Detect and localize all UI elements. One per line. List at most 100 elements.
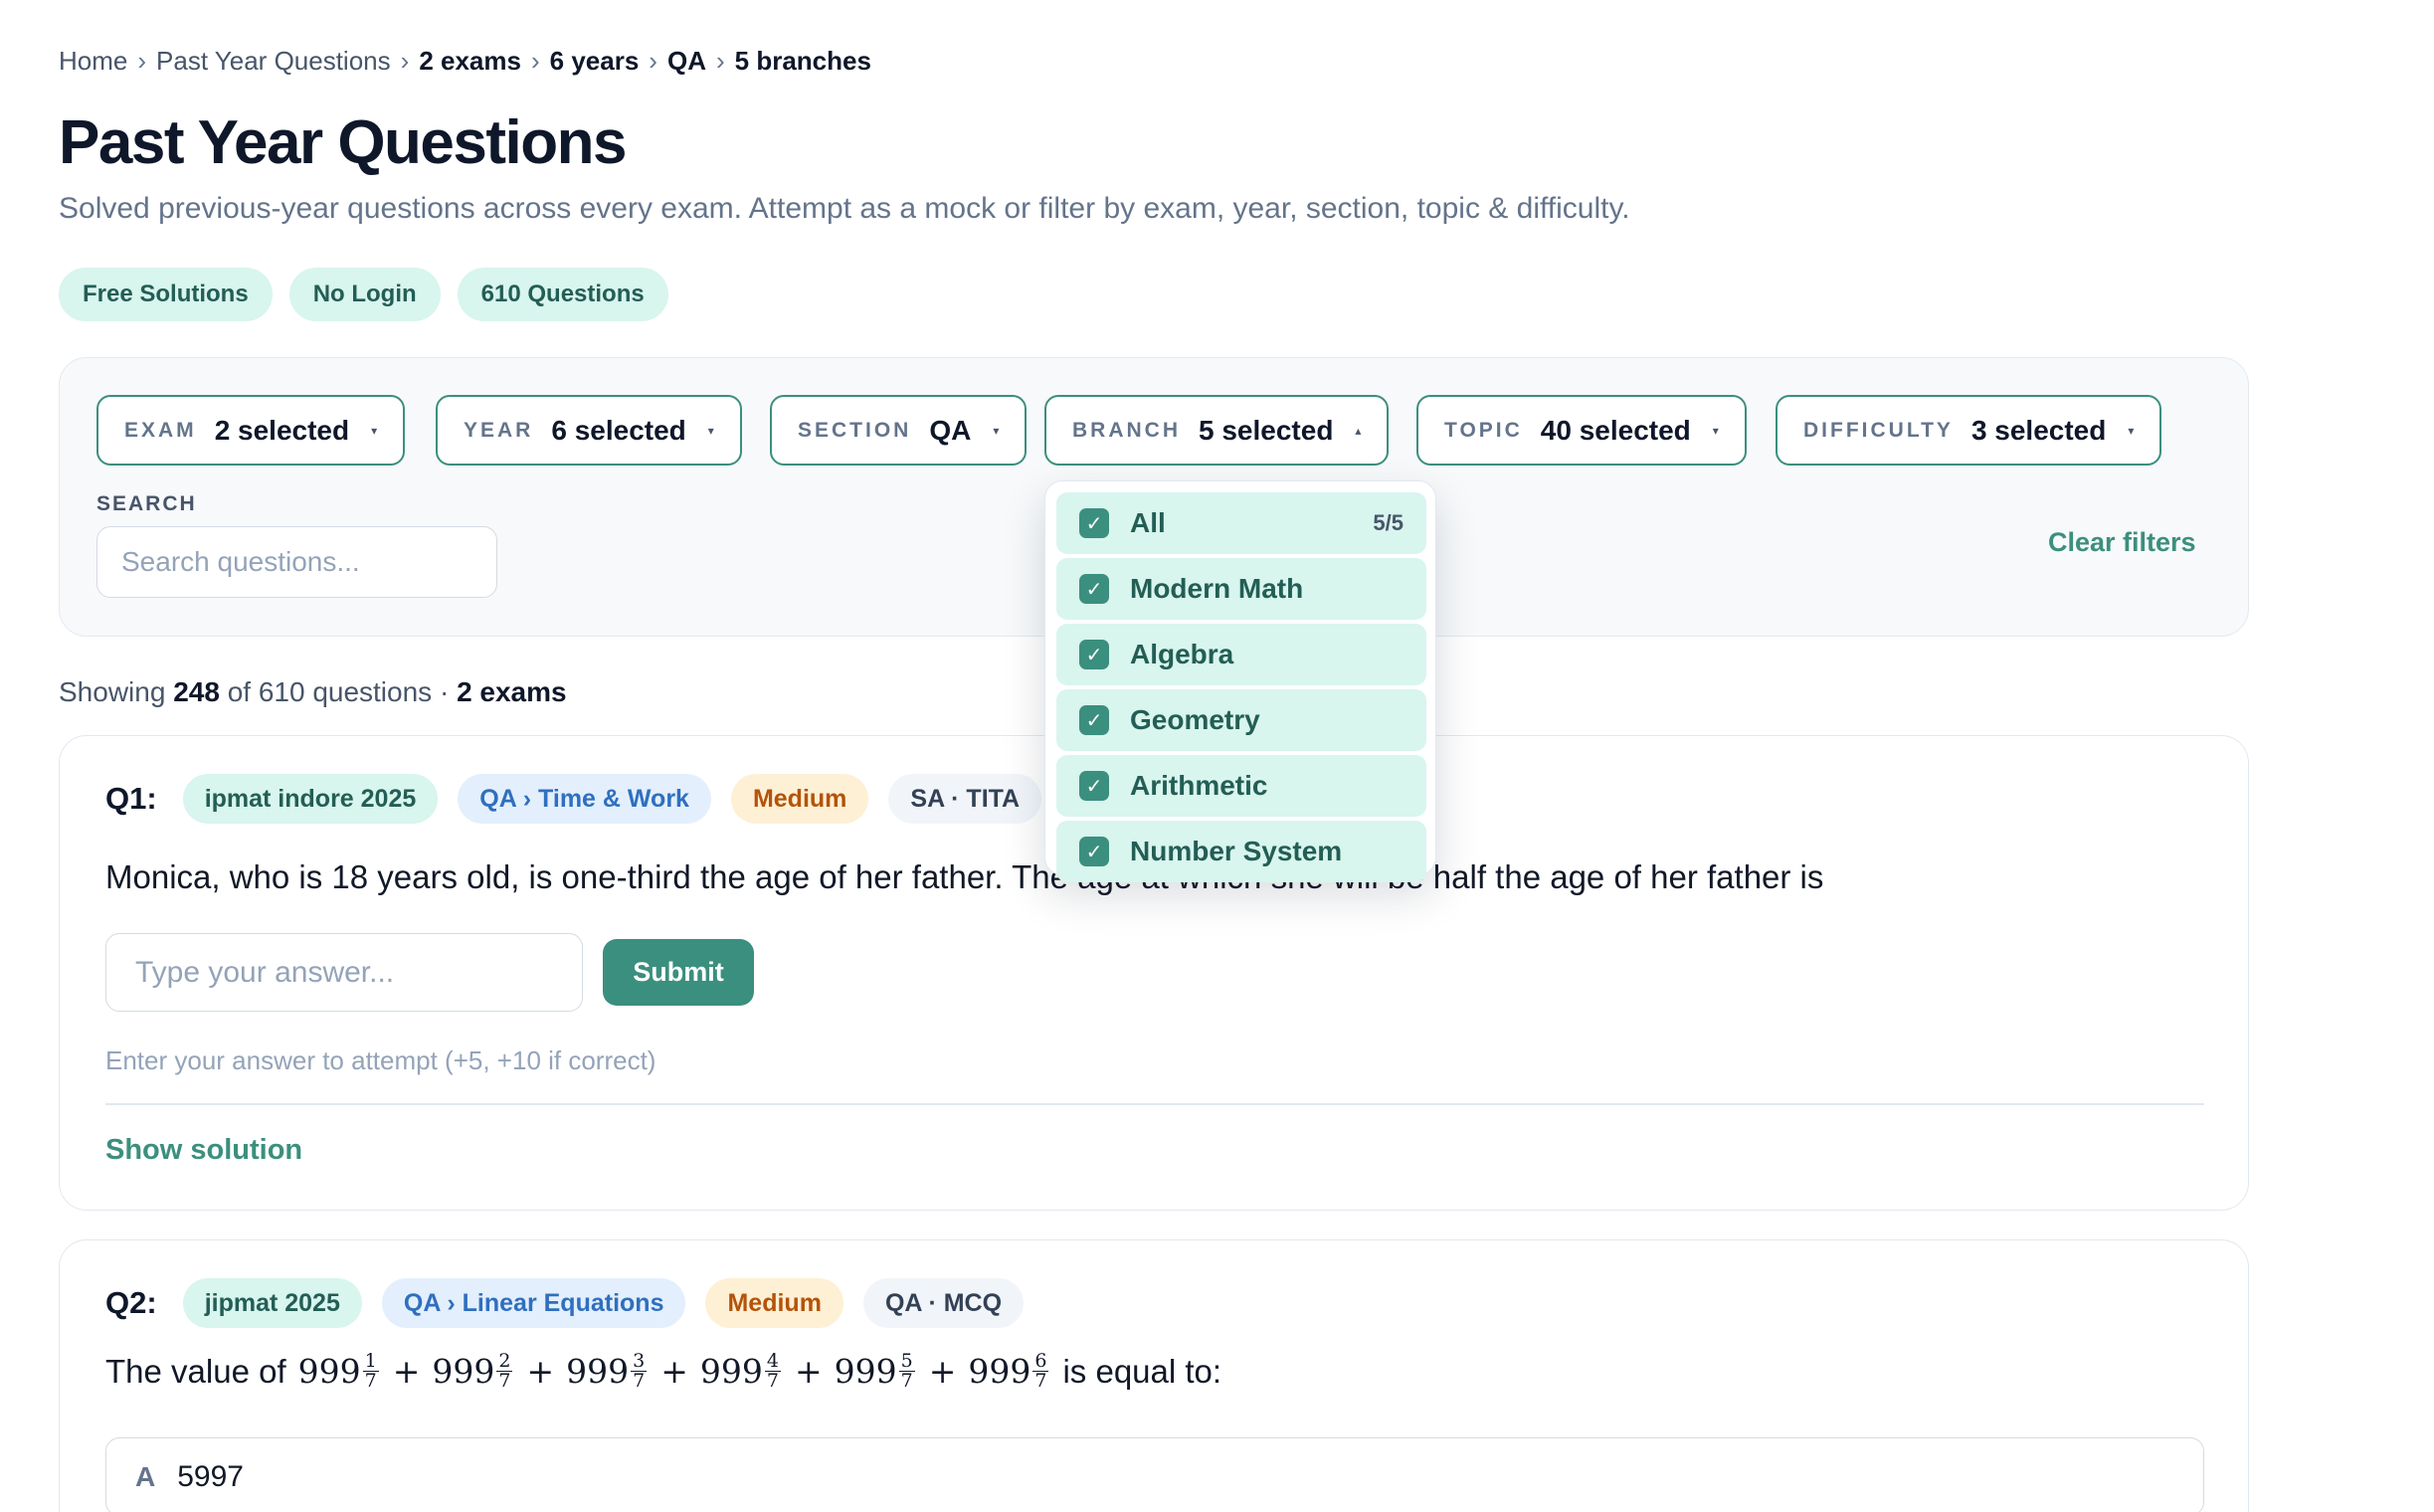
answer-hint: Enter your answer to attempt (+5, +10 if… (105, 1045, 656, 1075)
difficulty-tag: Medium (730, 774, 869, 824)
checkbox-checked-icon[interactable]: ✓ (1079, 508, 1109, 538)
page-subtitle: Solved previous-year questions across ev… (59, 192, 1630, 225)
question-meta: Q1: ipmat indore 2025 QA › Time & Work M… (105, 774, 1042, 824)
breadcrumb-section[interactable]: Past Year Questions (156, 46, 391, 77)
math-whole: 999 (297, 1352, 361, 1391)
math-expression: 999 1 7 + 999 2 7 + 999 3 7 + 999 4 7 + 999 5 7 + … (298, 1352, 1051, 1391)
breadcrumb-separator: › (715, 46, 725, 76)
fraction-denominator: 7 (364, 1370, 377, 1392)
checkbox-checked-icon[interactable]: ✓ (1079, 640, 1109, 669)
fraction-numerator: 5 (898, 1350, 915, 1372)
difficulty-tag: Medium (705, 1278, 843, 1328)
question-meta: Q2: jipmat 2025 QA › Linear Equations Me… (105, 1278, 1025, 1328)
results-prefix: Showing (59, 676, 166, 707)
topic-filter-dropdown[interactable]: TOPIC 40 selected ▾ (1416, 395, 1747, 466)
math-plus: + (794, 1352, 823, 1391)
caret-down-icon: ▾ (993, 423, 1000, 438)
breadcrumb-home[interactable]: Home (59, 46, 127, 77)
branch-dropdown-menu: ✓ All 5/5 ✓ Modern Math ✓ Algebra ✓ Geom… (1044, 480, 1436, 882)
math-fraction: 37 (631, 1350, 648, 1391)
fraction-numerator: 3 (631, 1350, 648, 1372)
caret-down-icon: ▾ (1712, 423, 1719, 438)
math-plus: + (660, 1352, 688, 1391)
clear-filters-link[interactable]: Clear filters (2048, 527, 2196, 558)
badge-no-login: No Login (288, 268, 441, 321)
fraction-denominator: 7 (1034, 1370, 1047, 1392)
checkbox-checked-icon[interactable]: ✓ (1079, 837, 1109, 866)
question-number: Q2: (105, 1285, 157, 1320)
exam-filter-dropdown[interactable]: EXAM 2 selected ▾ (96, 395, 406, 466)
fraction-numerator: 4 (764, 1350, 781, 1372)
fraction-numerator: 1 (362, 1350, 379, 1372)
checkbox-checked-icon[interactable]: ✓ (1079, 574, 1109, 604)
exam-tag: ipmat indore 2025 (182, 774, 439, 824)
topic-tag: QA › Linear Equations (381, 1278, 686, 1328)
question-text: The value of 999 1 7 + 999 2 7 + 999 3 7 + 999… (105, 1352, 1222, 1392)
fraction-denominator: 7 (900, 1370, 913, 1392)
breadcrumb-exams: 2 exams (419, 46, 521, 76)
filter-label: DIFFICULTY (1803, 418, 1954, 442)
branch-option-algebra[interactable]: ✓ Algebra (1056, 624, 1426, 685)
breadcrumb-branches: 5 branches (734, 46, 871, 76)
results-count: 248 (173, 676, 220, 707)
question-type-tag: QA · MCQ (862, 1278, 1025, 1328)
page-title: Past Year Questions (59, 108, 627, 177)
filter-value: QA (929, 414, 972, 446)
divider (105, 1103, 2204, 1105)
answer-input[interactable] (105, 933, 583, 1012)
breadcrumb: Home › Past Year Questions › 2 exams › 6… (59, 46, 871, 77)
math-whole: 999 (968, 1352, 1031, 1391)
results-summary: Showing 248 of 610 questions · 2 exams (59, 676, 567, 708)
fraction-denominator: 7 (498, 1370, 511, 1392)
math-whole: 999 (699, 1352, 763, 1391)
filter-label: TOPIC (1444, 418, 1523, 442)
fraction-numerator: 2 (496, 1350, 513, 1372)
filter-value: 2 selected (214, 414, 350, 446)
branch-option-geometry[interactable]: ✓ Geometry (1056, 689, 1426, 751)
breadcrumb-qa: QA (666, 46, 706, 76)
math-plus: + (526, 1352, 555, 1391)
math-whole: 999 (432, 1352, 495, 1391)
question-card: Q2: jipmat 2025 QA › Linear Equations Me… (59, 1239, 2249, 1512)
question-text-prefix: The value of (105, 1352, 286, 1390)
math-fraction: 27 (496, 1350, 513, 1392)
answer-option[interactable]: A 5997 (105, 1437, 2204, 1512)
option-text: 5997 (177, 1459, 244, 1493)
question-type-tag: SA · TITA (888, 774, 1042, 824)
filter-label: BRANCH (1072, 418, 1181, 442)
breadcrumb-separator: › (649, 46, 657, 76)
branch-option-label: Arithmetic (1130, 770, 1268, 801)
badge-question-count: 610 Questions (457, 268, 668, 321)
branch-option-number-system[interactable]: ✓ Number System (1056, 821, 1426, 882)
question-number: Q1: (105, 781, 157, 816)
year-filter-dropdown[interactable]: YEAR 6 selected ▾ (436, 395, 742, 466)
checkbox-checked-icon[interactable]: ✓ (1079, 771, 1109, 801)
caret-up-icon: ▴ (1355, 423, 1362, 438)
section-filter-dropdown[interactable]: SECTION QA ▾ (770, 395, 1028, 466)
filter-label: YEAR (464, 418, 534, 442)
caret-down-icon: ▾ (707, 423, 714, 438)
breadcrumb-years: 6 years (549, 46, 640, 76)
checkbox-checked-icon[interactable]: ✓ (1079, 705, 1109, 735)
fraction-numerator: 6 (1032, 1350, 1049, 1372)
show-solution-link[interactable]: Show solution (105, 1134, 302, 1167)
math-fraction: 47 (764, 1350, 781, 1391)
branch-option-label: Geometry (1130, 704, 1260, 735)
results-exams: 2 exams (457, 676, 567, 707)
branch-filter-dropdown[interactable]: BRANCH 5 selected ▴ (1044, 395, 1390, 466)
search-label: SEARCH (96, 492, 197, 515)
caret-down-icon: ▾ (2128, 423, 2135, 438)
filter-label: EXAM (124, 418, 197, 442)
branch-option-arithmetic[interactable]: ✓ Arithmetic (1056, 755, 1426, 817)
submit-button[interactable]: Submit (603, 939, 754, 1006)
math-plus: + (928, 1352, 957, 1391)
difficulty-filter-dropdown[interactable]: DIFFICULTY 3 selected ▾ (1776, 395, 2162, 466)
question-text: Monica, who is 18 years old, is one-thir… (105, 858, 1824, 895)
math-fraction: 17 (362, 1350, 379, 1392)
branch-option-modern-math[interactable]: ✓ Modern Math (1056, 558, 1426, 620)
search-input[interactable] (96, 526, 497, 598)
question-text-suffix: is equal to: (1062, 1352, 1222, 1390)
math-fraction: 67 (1032, 1350, 1049, 1392)
breadcrumb-separator: › (400, 46, 410, 76)
branch-option-all[interactable]: ✓ All 5/5 (1056, 492, 1426, 554)
